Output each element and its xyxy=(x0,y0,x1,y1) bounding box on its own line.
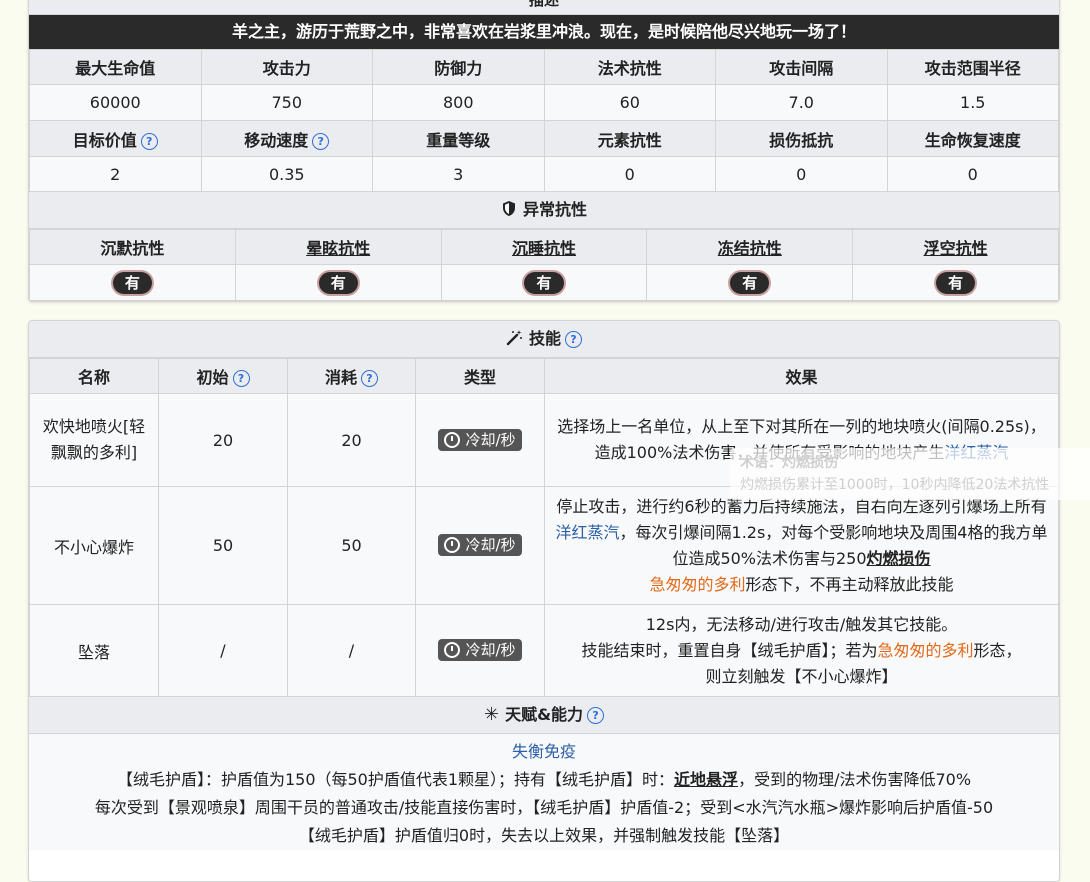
stat-header-regen: 生命恢复速度 xyxy=(886,120,1059,157)
stat-value-element-res: 0 xyxy=(543,156,716,192)
tooltip-title: 术语：灼燃损伤 xyxy=(740,455,838,471)
stat-header-hp: 最大生命值 xyxy=(29,49,202,85)
abnormal-header-levitate[interactable]: 浮空抗性 xyxy=(852,229,1059,265)
stat-value-range: 1.5 xyxy=(886,84,1059,121)
skill-type-badge: 冷却/秒 xyxy=(438,428,522,451)
stat-header-interval: 攻击间隔 xyxy=(715,49,888,85)
abnormal-badge-levitate: 有 xyxy=(936,271,976,294)
skill-cost: 50 xyxy=(287,486,416,605)
tooltip-body: 灼燃损伤累计至1000时，10秒内降低20法术抗性 xyxy=(740,477,1050,493)
stats-table: 最大生命值 攻击力 防御力 法术抗性 攻击间隔 攻击范围半径 60000 750… xyxy=(29,49,1059,192)
stat-value-interval: 7.0 xyxy=(715,84,888,121)
abnormal-badge-stun: 有 xyxy=(318,271,358,294)
stat-header-res: 法术抗性 xyxy=(543,49,716,85)
help-icon[interactable]: ? xyxy=(140,132,158,150)
skills-header: 技能? xyxy=(29,321,1059,358)
skill-header-effect: 效果 xyxy=(544,358,1059,394)
abnormal-header-silence: 沉默抗性 xyxy=(29,229,236,265)
stat-header-atk: 攻击力 xyxy=(200,49,373,85)
abnormal-header-sleep[interactable]: 沉睡抗性 xyxy=(440,229,648,265)
help-icon[interactable]: ? xyxy=(565,331,582,348)
sparkle-icon: ✳ xyxy=(483,704,500,725)
skill-name: 欢快地喷火[轻飘飘的多利] xyxy=(29,393,159,487)
skill-cost: 20 xyxy=(287,393,416,487)
section-header-description: 描述 xyxy=(29,0,1059,15)
magic-wand-icon xyxy=(506,330,522,346)
skill-effect: 停止攻击，进行约6秒的蓄力后持续施法，自右向左逐列引爆场上所有洋红蒸汽，每次引爆… xyxy=(544,486,1059,605)
skill-cost: / xyxy=(287,604,416,697)
stat-value-def: 800 xyxy=(372,84,545,121)
skill-header-type: 类型 xyxy=(415,358,545,394)
stat-header-target-value: 目标价值? xyxy=(29,120,202,157)
help-icon[interactable]: ? xyxy=(232,370,250,387)
stat-header-def: 防御力 xyxy=(372,49,545,85)
abnormal-badge-freeze: 有 xyxy=(730,271,770,294)
abnormal-badge-silence: 有 xyxy=(112,271,152,294)
talents-body: 失衡免疫 【绒毛护盾】：护盾值为150（每50护盾值代表1颗星）；持有【绒毛护盾… xyxy=(29,734,1059,850)
skill-initial: / xyxy=(158,604,288,697)
skill-header-name: 名称 xyxy=(29,358,159,394)
skill-type-badge: 冷却/秒 xyxy=(438,534,522,556)
skills-card: 技能? 名称 初始? 消耗? 类型 效果 欢快地喷火[轻飘飘的多利] 20 20… xyxy=(28,320,1060,882)
form-link-hurried-dolly[interactable]: 急匆匆的多利 xyxy=(877,641,973,660)
skill-name: 坠落 xyxy=(29,604,159,697)
help-icon[interactable]: ? xyxy=(312,132,330,150)
skill-header-cost: 消耗? xyxy=(287,358,416,394)
stat-header-range: 攻击范围半径 xyxy=(886,49,1059,85)
term-link-burn-damage[interactable]: 灼燃损伤 xyxy=(867,549,931,568)
abnormal-resist-table: 沉默抗性 晕眩抗性 沉睡抗性 冻结抗性 浮空抗性 有 有 有 有 有 xyxy=(29,229,1059,301)
term-link-levitation[interactable]: 近地悬浮 xyxy=(674,770,738,789)
stat-header-element-res: 元素抗性 xyxy=(543,120,716,157)
help-icon[interactable]: ? xyxy=(587,707,605,724)
stat-header-damage-resist: 损伤抵抗 xyxy=(715,120,888,157)
skill-header-initial: 初始? xyxy=(158,358,288,394)
abnormal-header-freeze[interactable]: 冻结抗性 xyxy=(646,229,854,265)
stat-header-move-speed: 移动速度? xyxy=(200,120,373,157)
stat-value-damage-resist: 0 xyxy=(715,156,888,192)
skill-type-badge: 冷却/秒 xyxy=(438,639,522,661)
abnormal-badge-sleep: 有 xyxy=(524,271,564,294)
talent-line: 【绒毛护盾】护盾值归0时，失去以上效果，并强制触发技能【坠落】 xyxy=(298,826,790,845)
enemy-description: 羊之主，游历于荒野之中，非常喜欢在岩浆里冲浪。现在，是时候陪他尽兴地玩一场了！ xyxy=(29,15,1059,49)
clock-icon xyxy=(444,431,461,448)
stat-value-hp: 60000 xyxy=(29,84,202,121)
talent-line: 每次受到【景观喷泉】周围干员的普通攻击/技能直接伤害时，【绒毛护盾】护盾值-2；… xyxy=(94,798,994,817)
skill-effect: 12s内，无法移动/进行攻击/触发其它技能。 技能结束时，重置自身【绒毛护盾】；若… xyxy=(544,604,1059,697)
stat-value-regen: 0 xyxy=(886,156,1059,192)
abnormal-resist-header: 异常抗性 xyxy=(29,192,1059,229)
abnormal-header-stun[interactable]: 晕眩抗性 xyxy=(234,229,442,265)
table-row: 坠落 / / 冷却/秒 12s内，无法移动/进行攻击/触发其它技能。 技能结束时，… xyxy=(29,604,1059,697)
table-row: 不小心爆炸 50 50 冷却/秒 停止攻击，进行约6秒的蓄力后持续施法，自右向左… xyxy=(29,486,1059,605)
skill-initial: 20 xyxy=(158,393,288,487)
shield-icon xyxy=(502,201,515,216)
enemy-info-card: 描述 羊之主，游历于荒野之中，非常喜欢在岩浆里冲浪。现在，是时候陪他尽兴地玩一场… xyxy=(28,0,1060,302)
stat-value-atk: 750 xyxy=(200,84,373,121)
stat-value-res: 60 xyxy=(543,84,716,121)
talents-header: ✳ 天赋&能力? xyxy=(29,697,1059,734)
clock-icon xyxy=(444,537,461,553)
stat-value-weight: 3 xyxy=(372,156,545,192)
stat-header-weight: 重量等级 xyxy=(372,120,545,157)
skill-initial: 50 xyxy=(158,486,288,605)
skill-name: 不小心爆炸 xyxy=(29,486,159,605)
term-link-magenta-steam[interactable]: 洋红蒸汽 xyxy=(556,523,620,542)
talent-line: 【绒毛护盾】：护盾值为150（每50护盾值代表1颗星）；持有【绒毛护盾】时：近地… xyxy=(116,770,972,789)
help-icon[interactable]: ? xyxy=(361,370,378,387)
stat-value-move-speed: 0.35 xyxy=(200,156,373,192)
skills-table: 名称 初始? 消耗? 类型 效果 欢快地喷火[轻飘飘的多利] 20 20 冷却/… xyxy=(29,358,1059,697)
stat-value-target-value: 2 xyxy=(29,156,202,192)
talent-name[interactable]: 失衡免疫 xyxy=(29,738,1059,766)
clock-icon xyxy=(444,642,461,658)
term-tooltip: 术语：灼燃损伤 灼燃损伤累计至1000时，10秒内降低20法术抗性 xyxy=(730,448,1090,500)
form-link-hurried-dolly[interactable]: 急匆匆的多利 xyxy=(649,575,745,594)
